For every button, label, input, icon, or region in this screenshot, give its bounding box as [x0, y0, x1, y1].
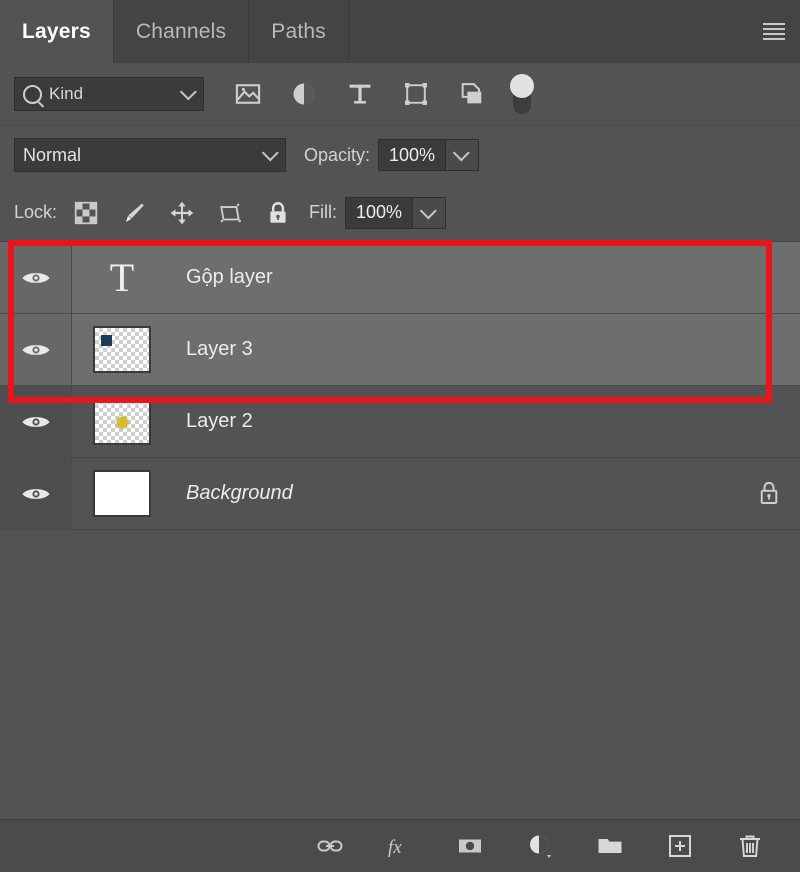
- fill-field[interactable]: 100%: [345, 196, 447, 229]
- filter-toggle-knob: [510, 74, 534, 98]
- eye-icon: [22, 488, 49, 499]
- new-layer-icon[interactable]: [666, 832, 694, 860]
- table-row[interactable]: Layer 3: [0, 314, 800, 386]
- tab-paths[interactable]: Paths: [249, 0, 349, 63]
- opacity-value[interactable]: 100%: [379, 140, 445, 170]
- link-layers-icon[interactable]: [316, 832, 344, 860]
- layer-style-fx-icon[interactable]: fx: [386, 832, 414, 860]
- thumbnail-content-white: [95, 472, 149, 515]
- layer-list: T Gộp layer Layer 3 Layer 2 Background: [0, 240, 800, 819]
- chevron-down-icon: [419, 201, 437, 219]
- tab-paths-label: Paths: [271, 19, 326, 43]
- lock-artboard-nesting-icon[interactable]: [217, 200, 243, 226]
- panel-tab-bar: Layers Channels Paths: [0, 0, 800, 63]
- opacity-field[interactable]: 100%: [378, 139, 480, 171]
- eye-icon: [22, 416, 49, 427]
- layer-visibility-toggle[interactable]: [0, 314, 72, 385]
- layer-filter-row: Kind: [0, 63, 800, 126]
- table-row[interactable]: Background: [0, 458, 800, 530]
- filter-kind-label: Kind: [49, 84, 84, 103]
- fill-dropdown-button[interactable]: [412, 197, 446, 228]
- layer-name[interactable]: Background: [172, 482, 738, 505]
- filter-type-icons: [234, 80, 486, 108]
- tab-layers[interactable]: Layers: [0, 0, 114, 63]
- delete-layer-icon[interactable]: [736, 832, 764, 860]
- blend-opacity-row: Normal Opacity: 100%: [0, 126, 800, 184]
- lock-position-icon[interactable]: [169, 200, 195, 226]
- opacity-label: Opacity:: [304, 144, 371, 165]
- lock-all-icon[interactable]: [265, 200, 291, 226]
- lock-image-pixels-icon[interactable]: [121, 200, 147, 226]
- blend-mode-value: Normal: [23, 144, 82, 165]
- tab-bar-spacer: [348, 0, 748, 63]
- shape-layer-filter-icon[interactable]: [402, 80, 430, 108]
- opacity-dropdown-button[interactable]: [445, 140, 479, 170]
- adjustment-layer-filter-icon[interactable]: [290, 80, 318, 108]
- layer-name[interactable]: Layer 3: [172, 338, 738, 361]
- filter-kind-select[interactable]: Kind: [14, 77, 204, 111]
- add-layer-mask-icon[interactable]: [456, 832, 484, 860]
- thumbnail-content-blue: [101, 335, 112, 346]
- type-layer-thumbnail[interactable]: T: [72, 254, 172, 300]
- type-thumbnail-glyph: T: [109, 254, 135, 300]
- table-row[interactable]: Layer 2: [0, 386, 800, 458]
- layers-panel: Layers Channels Paths Kind Normal Opacit…: [0, 0, 800, 872]
- lock-icon: [760, 481, 778, 504]
- layer-thumbnail[interactable]: [93, 398, 151, 445]
- lock-buttons: [73, 200, 291, 226]
- layer-thumbnail-cell[interactable]: [72, 398, 172, 445]
- layer-thumbnail[interactable]: [93, 470, 151, 517]
- lock-row: Lock: Fill: 100%: [0, 184, 800, 241]
- lock-label: Lock:: [14, 202, 58, 222]
- background-lock-indicator: [738, 479, 800, 509]
- tab-layers-label: Layers: [22, 19, 91, 43]
- layer-visibility-toggle[interactable]: [0, 386, 72, 457]
- layer-thumbnail-cell[interactable]: [72, 470, 172, 517]
- filter-toggle-switch[interactable]: [510, 72, 534, 116]
- new-adjustment-layer-icon[interactable]: [526, 832, 554, 860]
- thumbnail-content-yellow: [117, 416, 128, 428]
- chevron-down-icon: [452, 144, 470, 162]
- fill-value[interactable]: 100%: [346, 198, 412, 228]
- layer-thumbnail[interactable]: [93, 326, 151, 373]
- blend-mode-select[interactable]: Normal: [14, 138, 286, 172]
- tab-channels[interactable]: Channels: [113, 0, 250, 63]
- eye-icon: [22, 344, 49, 355]
- layer-visibility-toggle[interactable]: [0, 458, 72, 529]
- eye-icon: [22, 272, 49, 283]
- smart-object-filter-icon[interactable]: [458, 80, 486, 108]
- new-group-icon[interactable]: [596, 832, 624, 860]
- svg-text:fx: fx: [388, 837, 402, 858]
- search-icon: [23, 84, 42, 104]
- lock-transparent-pixels-icon[interactable]: [73, 200, 99, 226]
- layer-name[interactable]: Layer 2: [172, 410, 738, 433]
- pixel-layer-filter-icon[interactable]: [234, 80, 262, 108]
- tab-channels-label: Channels: [135, 19, 227, 43]
- panel-menu-button[interactable]: [748, 0, 800, 63]
- fill-label: Fill:: [309, 202, 338, 222]
- layers-bottom-toolbar: fx: [0, 819, 800, 872]
- type-layer-filter-icon[interactable]: [346, 80, 374, 108]
- hamburger-menu-icon: [763, 20, 785, 43]
- layer-name[interactable]: Gộp layer: [172, 266, 738, 289]
- layer-thumbnail-cell[interactable]: [72, 326, 172, 373]
- layer-visibility-toggle[interactable]: [0, 242, 72, 313]
- table-row[interactable]: T Gộp layer: [0, 242, 800, 314]
